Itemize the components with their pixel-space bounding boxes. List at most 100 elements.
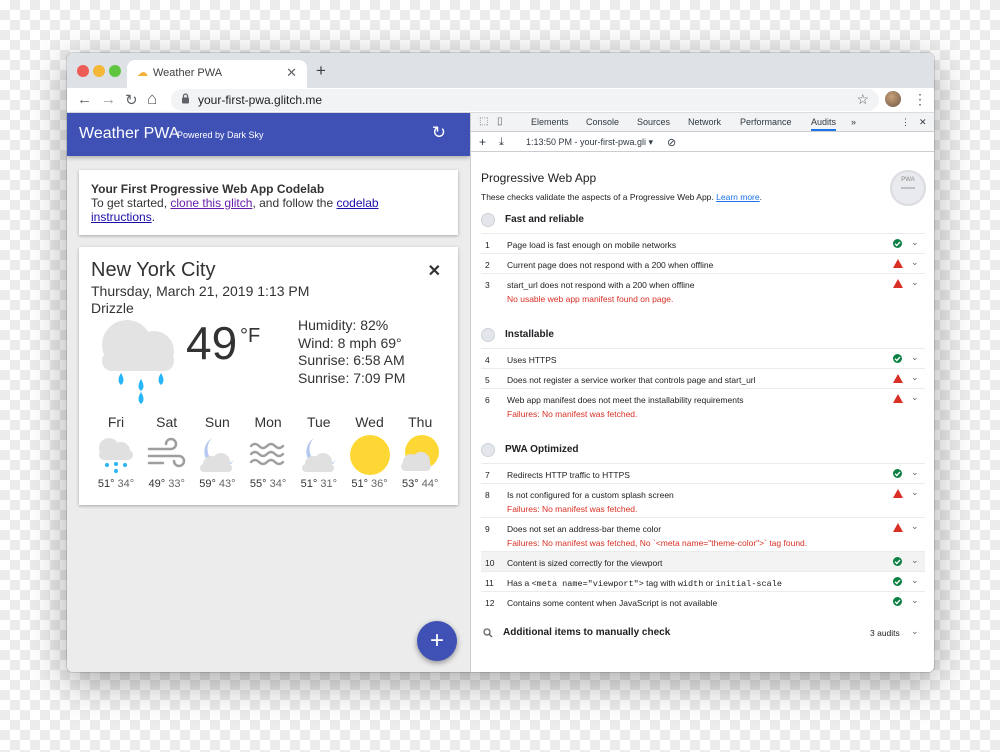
chevron-down-icon[interactable]: ⌄ bbox=[911, 467, 919, 478]
sun-icon bbox=[345, 434, 395, 476]
pass-check-icon bbox=[893, 354, 902, 363]
home-button[interactable]: ⌂ bbox=[147, 89, 157, 109]
forecast-day: Wed 51° 36° bbox=[345, 414, 395, 490]
audit-row[interactable]: 7 Redirects HTTP traffic to HTTPS ⌄ bbox=[481, 463, 925, 483]
audit-row[interactable]: 9 Does not set an address-bar theme color… bbox=[481, 517, 925, 551]
devtools-close-icon[interactable]: ✕ bbox=[919, 117, 927, 128]
bookmark-star-icon[interactable]: ☆ bbox=[856, 91, 869, 108]
audit-number: 7 bbox=[485, 470, 490, 480]
audit-row[interactable]: 12 Contains some content when JavaScript … bbox=[481, 591, 925, 611]
current-temperature: 49 bbox=[186, 317, 238, 369]
reload-button[interactable]: ↻ bbox=[125, 91, 138, 109]
tab-close-icon[interactable]: ✕ bbox=[286, 65, 297, 81]
audit-row[interactable]: 10 Content is sized correctly for the vie… bbox=[481, 551, 925, 571]
close-window-button[interactable] bbox=[77, 65, 89, 77]
fog-icon bbox=[243, 434, 293, 476]
chevron-down-icon[interactable]: ⌄ bbox=[911, 392, 919, 403]
forecast-day: Thu 53° 44° bbox=[395, 414, 445, 490]
audit-number: 2 bbox=[485, 260, 490, 270]
new-audit-icon[interactable]: + bbox=[479, 135, 486, 149]
back-button[interactable]: ← bbox=[77, 91, 92, 108]
temperature-unit: °F bbox=[240, 325, 261, 347]
inspect-element-icon[interactable]: ⬚ bbox=[479, 116, 488, 127]
pwa-badge-gauge: PWA bbox=[890, 170, 926, 206]
audit-text: start_url does not respond with a 200 wh… bbox=[507, 280, 695, 290]
chevron-down-icon[interactable]: ⌄ bbox=[911, 575, 919, 586]
remove-city-button[interactable]: ✕ bbox=[428, 261, 441, 281]
wind-icon bbox=[142, 434, 192, 476]
audit-number: 5 bbox=[485, 375, 490, 385]
audit-row[interactable]: 11 Has a <meta name="viewport"> tag with … bbox=[481, 571, 925, 591]
chevron-down-icon[interactable]: ⌄ bbox=[911, 352, 919, 363]
new-tab-button[interactable]: + bbox=[316, 61, 326, 81]
audit-text: Web app manifest does not meet the insta… bbox=[507, 395, 744, 405]
weather-favicon-icon: ☁ bbox=[137, 67, 148, 79]
more-tabs-icon[interactable]: » bbox=[851, 117, 856, 127]
devtools-menu-icon[interactable]: ⋮ bbox=[901, 117, 910, 128]
audit-text: Contains some content when JavaScript is… bbox=[507, 598, 718, 608]
fail-warning-icon bbox=[893, 523, 903, 532]
audit-row[interactable]: 6 Web app manifest does not meet the inst… bbox=[481, 388, 925, 422]
download-report-icon[interactable]: ⤓ bbox=[499, 136, 504, 149]
partly-cloudy-night-icon bbox=[294, 434, 344, 476]
tab-elements[interactable]: Elements bbox=[531, 117, 569, 127]
url-omnibox[interactable]: your-first-pwa.glitch.me ☆ bbox=[171, 89, 879, 111]
audit-row[interactable]: 8 Is not configured for a custom splash s… bbox=[481, 483, 925, 517]
chevron-down-icon[interactable]: ⌄ bbox=[911, 521, 919, 532]
plus-circle-icon bbox=[481, 328, 495, 342]
forward-button[interactable]: → bbox=[101, 91, 116, 108]
tab-performance[interactable]: Performance bbox=[740, 117, 792, 127]
sunset: Sunrise: 7:09 PM bbox=[298, 369, 406, 386]
audit-row[interactable]: 1 Page load is fast enough on mobile netw… bbox=[481, 233, 925, 253]
chevron-down-icon[interactable]: ⌄ bbox=[911, 626, 919, 637]
report-selector[interactable]: 1:13:50 PM - your-first-pwa.gli ▾ bbox=[526, 137, 653, 148]
tab-audits[interactable]: Audits bbox=[811, 117, 837, 131]
chevron-down-icon[interactable]: ⌄ bbox=[911, 595, 919, 606]
chevron-down-icon[interactable]: ⌄ bbox=[911, 487, 919, 498]
minimize-window-button[interactable] bbox=[93, 65, 105, 77]
audit-text-part: or bbox=[703, 578, 716, 588]
audit-code: <meta name="viewport"> bbox=[531, 579, 644, 589]
powered-by: Powered by Dark Sky bbox=[177, 130, 264, 140]
tab-title: Weather PWA bbox=[153, 67, 223, 79]
browser-menu-icon[interactable]: ⋮ bbox=[913, 91, 927, 108]
browser-tab[interactable]: ☁ Weather PWA ✕ bbox=[127, 60, 307, 88]
manual-checks-row[interactable]: Additional items to manually check 3 aud… bbox=[481, 624, 925, 648]
chevron-down-icon[interactable]: ⌄ bbox=[911, 237, 919, 248]
add-city-button[interactable]: + bbox=[417, 621, 457, 661]
codelab-card: Your First Progressive Web App Codelab T… bbox=[79, 170, 458, 235]
search-icon bbox=[483, 628, 493, 641]
refresh-icon[interactable]: ↻ bbox=[432, 123, 446, 143]
lock-icon bbox=[181, 93, 190, 107]
tab-network[interactable]: Network bbox=[688, 117, 721, 127]
chevron-down-icon[interactable]: ⌄ bbox=[911, 257, 919, 268]
chevron-down-icon[interactable]: ⌄ bbox=[911, 277, 919, 288]
forecast-day-name: Tue bbox=[306, 414, 331, 430]
audit-text: Has a <meta name="viewport"> tag with wi… bbox=[507, 578, 782, 589]
learn-more-link[interactable]: Learn more bbox=[716, 192, 759, 202]
profile-avatar[interactable] bbox=[885, 91, 901, 107]
audit-row[interactable]: 2 Current page does not respond with a 20… bbox=[481, 253, 925, 273]
zoom-window-button[interactable] bbox=[109, 65, 121, 77]
audit-text: Current page does not respond with a 200… bbox=[507, 260, 714, 270]
weather-app: Weather PWA Powered by Dark Sky ↻ Your F… bbox=[67, 113, 470, 672]
clear-icon[interactable]: ⊘ bbox=[667, 136, 676, 149]
forecast-day-name: Thu bbox=[408, 414, 433, 430]
device-toolbar-icon[interactable]: ▯ bbox=[497, 116, 503, 127]
audit-row[interactable]: 3 start_url does not respond with a 200 w… bbox=[481, 273, 925, 307]
fail-warning-icon bbox=[893, 279, 903, 288]
url-text: your-first-pwa.glitch.me bbox=[198, 93, 323, 107]
chevron-down-icon[interactable]: ⌄ bbox=[911, 372, 919, 383]
audit-row[interactable]: 5 Does not register a service worker that… bbox=[481, 368, 925, 388]
chevron-down-icon[interactable]: ⌄ bbox=[911, 555, 919, 566]
tab-sources[interactable]: Sources bbox=[637, 117, 670, 127]
tab-console[interactable]: Console bbox=[586, 117, 619, 127]
clock-icon bbox=[481, 213, 495, 227]
forecast-day: Tue 51° 31° bbox=[294, 414, 344, 490]
audit-row[interactable]: 4 Uses HTTPS ⌄ bbox=[481, 348, 925, 368]
forecast-low: 34° bbox=[269, 478, 287, 490]
clone-glitch-link[interactable]: clone this glitch bbox=[170, 196, 252, 210]
app-title: Weather PWA bbox=[79, 125, 180, 142]
audit-group-title: Installable bbox=[505, 329, 554, 340]
audit-code: width bbox=[677, 579, 704, 589]
